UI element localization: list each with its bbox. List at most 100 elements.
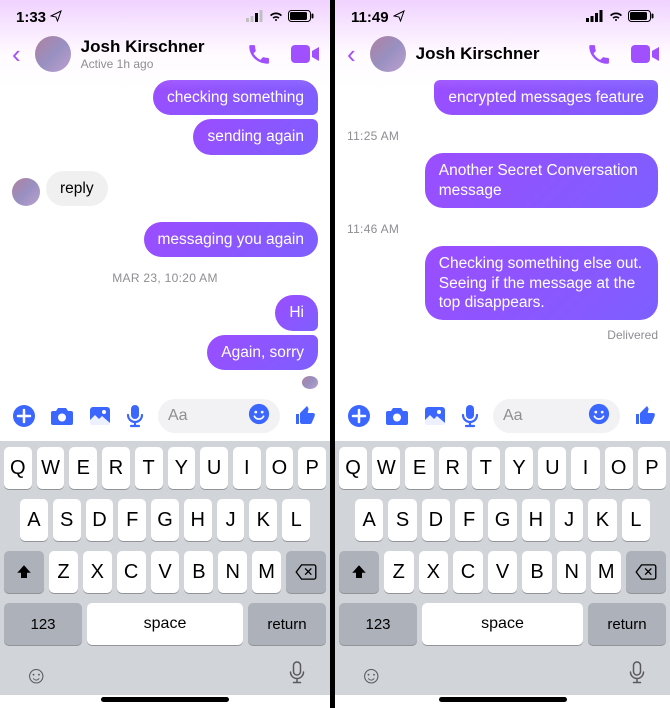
- video-call-icon[interactable]: [290, 43, 320, 65]
- key[interactable]: Q: [4, 447, 32, 489]
- key[interactable]: D: [86, 499, 114, 541]
- key[interactable]: V: [488, 551, 518, 593]
- key[interactable]: R: [439, 447, 467, 489]
- key[interactable]: M: [252, 551, 281, 593]
- plus-icon[interactable]: [12, 404, 36, 428]
- key[interactable]: Y: [168, 447, 196, 489]
- return-key[interactable]: return: [248, 603, 326, 645]
- key[interactable]: S: [388, 499, 416, 541]
- mic-icon[interactable]: [126, 404, 144, 428]
- key[interactable]: L: [622, 499, 650, 541]
- key[interactable]: U: [200, 447, 228, 489]
- key[interactable]: G: [151, 499, 179, 541]
- key[interactable]: E: [405, 447, 433, 489]
- emoji-keyboard-icon[interactable]: ☺: [24, 662, 49, 690]
- key[interactable]: K: [249, 499, 277, 541]
- key[interactable]: Y: [505, 447, 533, 489]
- audio-call-icon[interactable]: [586, 41, 612, 67]
- key[interactable]: J: [555, 499, 583, 541]
- key[interactable]: Z: [49, 551, 78, 593]
- home-indicator[interactable]: [439, 697, 567, 702]
- key[interactable]: H: [522, 499, 550, 541]
- dictation-icon[interactable]: [628, 661, 646, 692]
- key[interactable]: S: [53, 499, 81, 541]
- key[interactable]: N: [218, 551, 247, 593]
- key[interactable]: J: [217, 499, 245, 541]
- gallery-icon[interactable]: [88, 405, 112, 427]
- dictation-icon[interactable]: [288, 661, 306, 692]
- key[interactable]: P: [638, 447, 666, 489]
- avatar[interactable]: [35, 36, 71, 72]
- message-out[interactable]: checking something: [12, 80, 318, 115]
- key[interactable]: O: [266, 447, 294, 489]
- contact-name[interactable]: Josh Kirschner: [81, 37, 236, 57]
- message-out[interactable]: sending again: [12, 119, 318, 154]
- key[interactable]: W: [37, 447, 65, 489]
- message-out[interactable]: Checking something else out. Seeing if t…: [347, 246, 658, 320]
- audio-call-icon[interactable]: [246, 41, 272, 67]
- key[interactable]: T: [135, 447, 163, 489]
- message-in[interactable]: reply: [12, 171, 318, 206]
- message-out[interactable]: encrypted messages feature: [347, 80, 658, 115]
- key[interactable]: N: [557, 551, 587, 593]
- shift-key[interactable]: [4, 551, 44, 593]
- key[interactable]: C: [453, 551, 483, 593]
- emoji-picker-icon[interactable]: [588, 403, 610, 430]
- numbers-key[interactable]: 123: [4, 603, 82, 645]
- key[interactable]: T: [472, 447, 500, 489]
- key[interactable]: K: [588, 499, 616, 541]
- shift-key[interactable]: [339, 551, 379, 593]
- gallery-icon[interactable]: [423, 405, 447, 427]
- key[interactable]: R: [102, 447, 130, 489]
- key[interactable]: M: [591, 551, 621, 593]
- key[interactable]: A: [355, 499, 383, 541]
- back-icon[interactable]: ‹: [8, 39, 25, 70]
- sender-avatar[interactable]: [12, 178, 40, 206]
- return-key[interactable]: return: [588, 603, 666, 645]
- space-key[interactable]: space: [422, 603, 583, 645]
- back-icon[interactable]: ‹: [343, 39, 360, 70]
- message-out[interactable]: Again, sorry: [12, 335, 318, 370]
- key[interactable]: V: [151, 551, 180, 593]
- message-input[interactable]: Aa: [158, 399, 280, 433]
- avatar[interactable]: [370, 36, 406, 72]
- key[interactable]: B: [184, 551, 213, 593]
- key[interactable]: B: [522, 551, 552, 593]
- key[interactable]: A: [20, 499, 48, 541]
- camera-icon[interactable]: [385, 405, 409, 427]
- key[interactable]: X: [419, 551, 449, 593]
- message-input[interactable]: Aa: [493, 399, 620, 433]
- key[interactable]: E: [69, 447, 97, 489]
- key[interactable]: C: [117, 551, 146, 593]
- video-call-icon[interactable]: [630, 43, 660, 65]
- space-key[interactable]: space: [87, 603, 243, 645]
- message-out[interactable]: Another Secret Conversation message: [347, 153, 658, 208]
- emoji-picker-icon[interactable]: [248, 403, 270, 430]
- home-indicator[interactable]: [101, 697, 229, 702]
- messages-scroll[interactable]: encrypted messages feature 11:25 AM Anot…: [335, 80, 670, 389]
- thumbs-up-icon[interactable]: [634, 404, 658, 428]
- key[interactable]: P: [298, 447, 326, 489]
- key[interactable]: D: [422, 499, 450, 541]
- plus-icon[interactable]: [347, 404, 371, 428]
- key[interactable]: G: [488, 499, 516, 541]
- key[interactable]: X: [83, 551, 112, 593]
- key[interactable]: W: [372, 447, 400, 489]
- key[interactable]: F: [118, 499, 146, 541]
- mic-icon[interactable]: [461, 404, 479, 428]
- messages-scroll[interactable]: checking something sending again reply m…: [0, 80, 330, 389]
- key[interactable]: Z: [384, 551, 414, 593]
- key[interactable]: U: [538, 447, 566, 489]
- backspace-key[interactable]: [286, 551, 326, 593]
- backspace-key[interactable]: [626, 551, 666, 593]
- key[interactable]: O: [605, 447, 633, 489]
- thumbs-up-icon[interactable]: [294, 404, 318, 428]
- key[interactable]: I: [233, 447, 261, 489]
- emoji-keyboard-icon[interactable]: ☺: [359, 662, 384, 690]
- camera-icon[interactable]: [50, 405, 74, 427]
- message-out[interactable]: Hi: [12, 295, 318, 330]
- key[interactable]: L: [282, 499, 310, 541]
- numbers-key[interactable]: 123: [339, 603, 417, 645]
- key[interactable]: Q: [339, 447, 367, 489]
- key[interactable]: F: [455, 499, 483, 541]
